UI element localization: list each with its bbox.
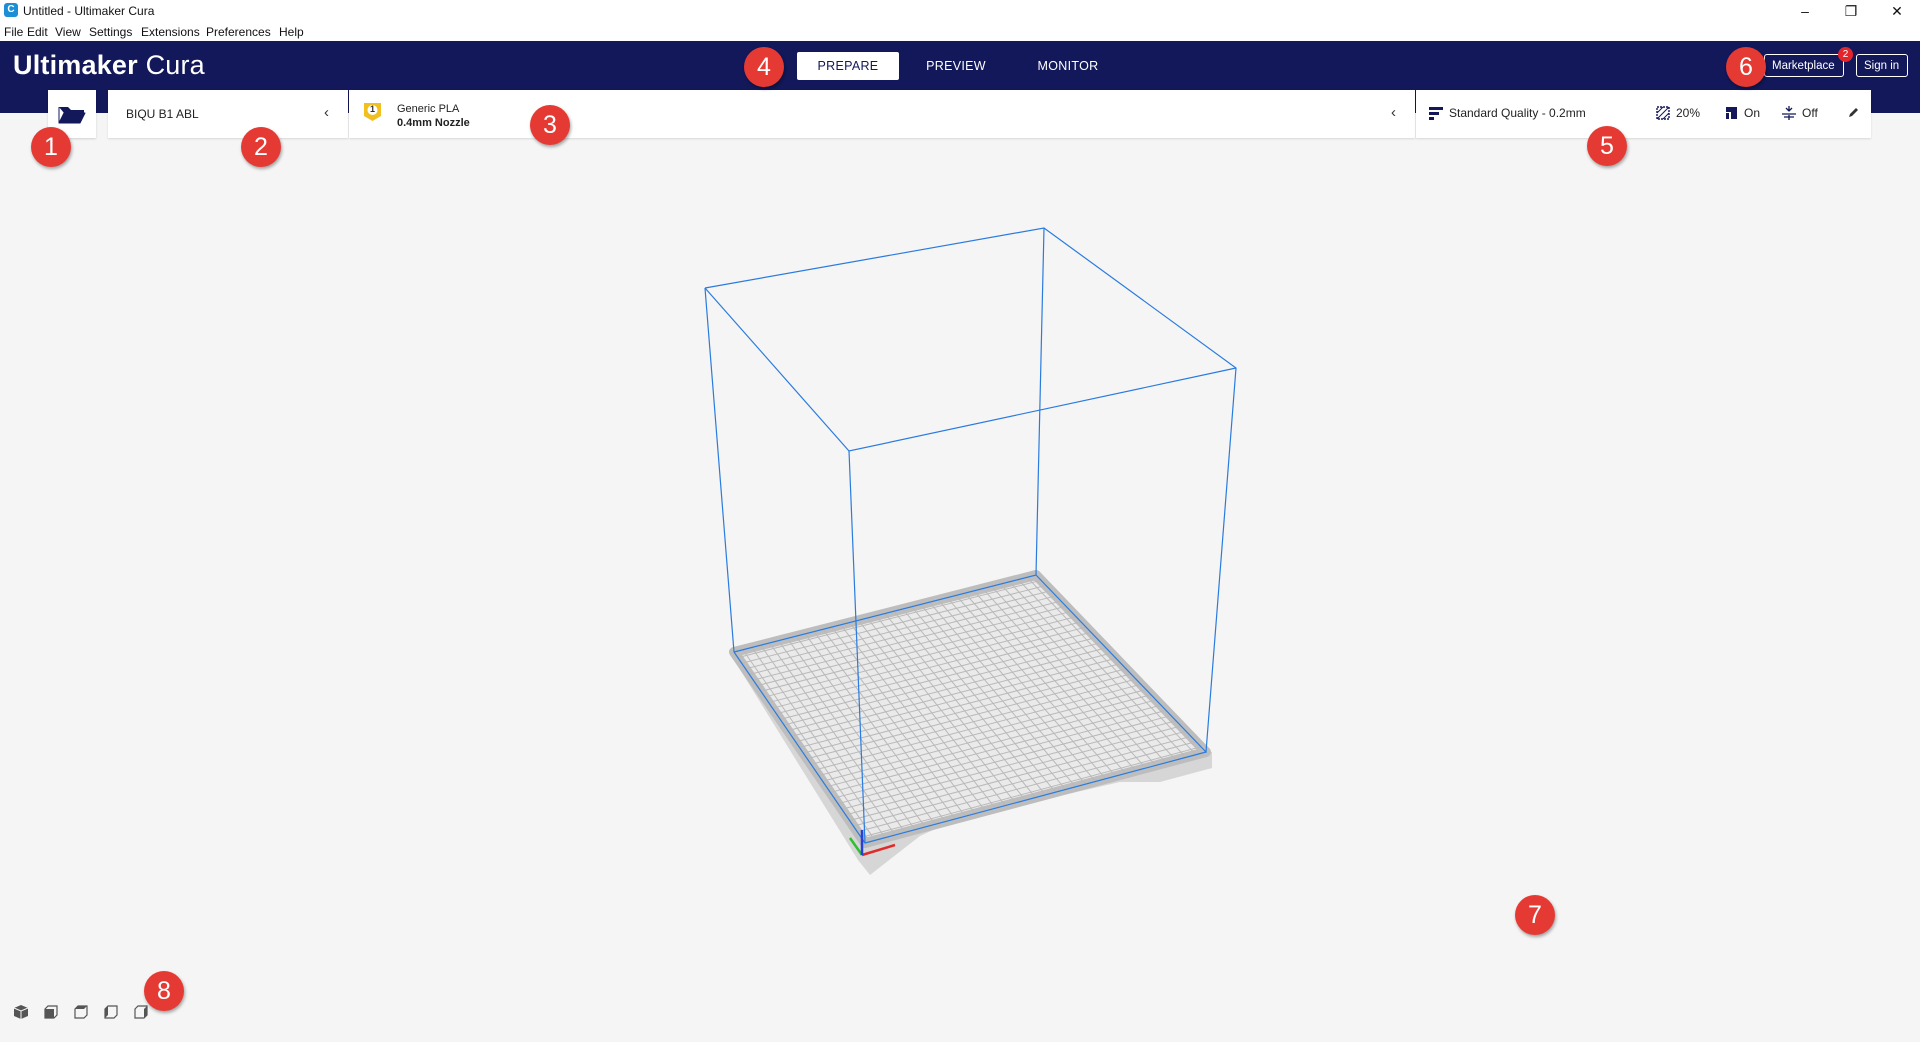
window-title: Untitled - Ultimaker Cura xyxy=(23,4,155,18)
adhesion-setting: Off xyxy=(1782,106,1818,120)
restore-icon[interactable]: ❐ xyxy=(1828,0,1874,22)
adhesion-value: Off xyxy=(1802,106,1818,120)
tab-monitor[interactable]: MONITOR xyxy=(1022,52,1114,80)
annotation-marker-8: 8 xyxy=(144,971,184,1011)
build-plate xyxy=(729,570,1211,848)
menu-view[interactable]: View xyxy=(55,25,81,39)
menu-bar: File Edit View Settings Extensions Prefe… xyxy=(0,22,1920,41)
annotation-marker-2: 2 xyxy=(241,127,281,167)
print-settings-selector[interactable]: Standard Quality - 0.2mm 20% On Off xyxy=(1416,90,1871,138)
infill-icon xyxy=(1656,106,1670,120)
annotation-marker-3: 3 xyxy=(530,105,570,145)
nozzle-size: 0.4mm Nozzle xyxy=(397,117,470,129)
support-setting: On xyxy=(1724,106,1760,120)
extruder-number: 1 xyxy=(369,104,375,114)
quality-profile-label: Standard Quality - 0.2mm xyxy=(1449,106,1586,120)
menu-settings[interactable]: Settings xyxy=(89,25,132,39)
ultimaker-cura-logo: Ultimaker Cura xyxy=(13,50,205,81)
annotation-marker-7: 7 xyxy=(1515,895,1555,935)
3d-viewport[interactable] xyxy=(0,139,1920,1037)
chevron-left-icon: ‹ xyxy=(324,104,329,121)
infill-value: 20% xyxy=(1676,106,1701,120)
marketplace-button[interactable]: Marketplace xyxy=(1764,54,1844,77)
menu-preferences[interactable]: Preferences xyxy=(206,25,271,39)
tab-prepare[interactable]: PREPARE xyxy=(797,52,899,80)
build-volume-scene xyxy=(704,227,1237,875)
cura-app-icon: C xyxy=(4,3,18,17)
annotation-marker-6: 6 xyxy=(1726,47,1766,87)
minimize-icon[interactable]: – xyxy=(1782,0,1828,22)
adhesion-icon xyxy=(1782,106,1796,120)
quality-profile: Standard Quality - 0.2mm xyxy=(1429,106,1586,120)
close-icon[interactable]: ✕ xyxy=(1874,0,1920,22)
menu-edit[interactable]: Edit xyxy=(27,25,48,39)
tab-preview[interactable]: PREVIEW xyxy=(910,52,1002,80)
menu-file[interactable]: File xyxy=(4,25,23,39)
material-name: Generic PLA xyxy=(397,103,460,115)
view-top-icon[interactable] xyxy=(72,1003,90,1021)
sign-in-button[interactable]: Sign in xyxy=(1856,54,1908,77)
view-left-icon[interactable] xyxy=(102,1003,120,1021)
view-3d-icon[interactable] xyxy=(12,1003,30,1021)
window-title-bar: C Untitled - Ultimaker Cura – ❐ ✕ xyxy=(0,0,1920,22)
quality-profile-icon xyxy=(1429,107,1443,120)
edit-settings-button[interactable] xyxy=(1848,106,1860,118)
pencil-icon xyxy=(1849,108,1858,117)
chevron-left-icon: ‹ xyxy=(1391,104,1396,121)
menu-extensions[interactable]: Extensions xyxy=(141,25,200,39)
infill-setting: 20% xyxy=(1656,106,1700,120)
annotation-marker-5: 5 xyxy=(1587,126,1627,166)
view-right-icon[interactable] xyxy=(132,1003,150,1021)
logo-bold-text: Ultimaker xyxy=(13,50,138,80)
printer-name: BIQU B1 ABL xyxy=(126,107,199,121)
printer-selector[interactable]: BIQU B1 ABL ‹ xyxy=(108,90,348,138)
annotation-marker-1: 1 xyxy=(31,127,71,167)
camera-view-buttons xyxy=(12,1003,150,1021)
support-value: On xyxy=(1744,106,1761,120)
logo-thin-text: Cura xyxy=(145,50,205,80)
marketplace-notification-badge: 2 xyxy=(1838,47,1853,62)
view-front-icon[interactable] xyxy=(42,1003,60,1021)
support-icon xyxy=(1726,107,1737,119)
material-selector[interactable]: 1 Generic PLA 0.4mm Nozzle ‹ xyxy=(349,90,1415,138)
menu-help[interactable]: Help xyxy=(279,25,304,39)
annotation-marker-4: 4 xyxy=(744,47,784,87)
